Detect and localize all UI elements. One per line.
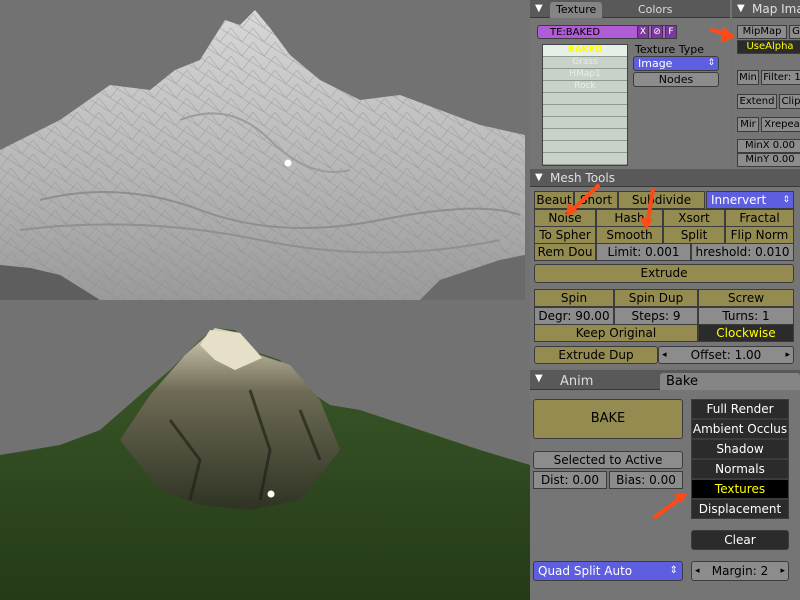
bias-field[interactable]: Bias: 0.00 [609,471,683,489]
flip-normals-button[interactable]: Flip Norm [725,226,794,244]
viewport-wireframe[interactable] [0,0,530,300]
clip-button[interactable]: Clip [779,94,800,109]
extend-button[interactable]: Extend [737,94,777,109]
spin-dup-button[interactable]: Spin Dup [614,289,698,307]
dist-field[interactable]: Dist: 0.00 [533,471,607,489]
texture-list-item-grass[interactable]: Grass [543,57,627,69]
fractal-button[interactable]: Fractal [725,209,794,227]
tab-colors[interactable]: Colors [632,2,678,18]
texture-list: BAKED Grass HMap1 Rock [542,44,628,166]
bake-mode-full-render[interactable]: Full Render [691,399,789,419]
quad-split-select[interactable]: Quad Split Auto ⇕ [533,561,683,581]
smooth-button[interactable]: Smooth [596,226,663,244]
threshold-field[interactable]: hreshold: 0.010 [691,243,794,261]
innervert-select[interactable]: Innervert ⇕ [706,191,794,209]
map-image-title: Map Image [752,2,800,16]
steps-field[interactable]: Steps: 9 [614,307,698,325]
increment-arrow-icon[interactable]: ▸ [785,347,790,363]
xrepeat-field[interactable]: Xrepea [761,117,800,132]
texture-fake-user-icon[interactable]: ⊘ [651,25,663,39]
limit-field[interactable]: Limit: 0.001 [596,243,691,261]
tab-anim[interactable]: Anim [554,373,599,389]
margin-field[interactable]: ◂ Margin: 2 ▸ [691,561,789,581]
bake-mode-displacement[interactable]: Displacement [691,499,789,519]
clockwise-toggle[interactable]: Clockwise [698,324,794,342]
quad-split-value: Quad Split Auto [538,564,633,578]
collapse-triangle-icon[interactable]: ▼ [737,3,745,14]
tab-texture[interactable]: Texture [550,2,603,18]
texture-list-item[interactable] [543,129,627,141]
miny-field[interactable]: MinY 0.00 [737,153,800,167]
texture-list-item[interactable] [543,141,627,153]
clear-button[interactable]: Clear [691,530,789,550]
extrude-button[interactable]: Extrude [534,264,794,283]
map-image-header: ▼ Map Image [732,0,800,18]
turns-field[interactable]: Turns: 1 [698,307,794,325]
split-button[interactable]: Split [663,226,725,244]
collapse-triangle-icon[interactable]: ▼ [535,373,543,384]
texture-list-item[interactable] [543,117,627,129]
selected-to-active-toggle[interactable]: Selected to Active [533,451,683,469]
texture-type-value: Image [638,57,673,70]
offset-value: Offset: 1.00 [690,348,762,362]
texture-list-item-baked[interactable]: BAKED [543,45,627,57]
texture-unlink-button[interactable]: X [637,25,649,39]
bake-button[interactable]: BAKE [533,399,683,439]
innervert-value: Innervert [711,193,767,207]
select-arrows-icon: ⇕ [782,195,790,205]
collapse-triangle-icon[interactable]: ▼ [535,172,543,183]
extrude-dup-button[interactable]: Extrude Dup [534,346,658,364]
mipmap-button[interactable]: MipMap [737,25,787,39]
texture-type-label: Texture Type [635,43,705,56]
texture-list-item-hmap1[interactable]: HMap1 [543,69,627,81]
filter-field[interactable]: Filter: 1 [761,70,800,85]
bake-mode-normals[interactable]: Normals [691,459,789,479]
to-sphere-button[interactable]: To Spher [534,226,596,244]
select-arrows-icon: ⇕ [669,565,678,576]
texture-list-item[interactable] [543,153,627,165]
use-alpha-button[interactable]: UseAlpha [737,40,800,54]
keep-original-button[interactable]: Keep Original [534,324,698,342]
texture-panel-header: ▼ Texture Colors [530,0,730,18]
collapse-triangle-icon[interactable]: ▼ [535,3,543,14]
gamma-button[interactable]: G [789,25,800,39]
hash-button[interactable]: Hash [596,209,663,227]
texture-f-button[interactable]: F [665,25,677,39]
increment-arrow-icon[interactable]: ▸ [780,562,785,580]
mirror-button[interactable]: Mir [737,117,759,132]
beauty-button[interactable]: Beaut [534,191,574,209]
texture-type-select[interactable]: Image ⇕ [633,56,719,71]
nodes-button[interactable]: Nodes [633,72,719,87]
margin-value: Margin: 2 [711,564,769,578]
mesh-tools-header: ▼ Mesh Tools [530,169,800,187]
decrement-arrow-icon[interactable]: ◂ [695,562,700,580]
texture-list-item[interactable] [543,105,627,117]
offset-field[interactable]: ◂ Offset: 1.00 ▸ [658,346,794,364]
tab-bake[interactable]: Bake [660,373,800,390]
viewport-textured[interactable] [0,300,530,600]
remove-doubles-button[interactable]: Rem Dou [534,243,596,261]
bake-mode-textures[interactable]: Textures [691,479,789,499]
select-arrows-icon: ⇕ [707,58,715,68]
minx-field[interactable]: MinX 0.00 [737,139,800,153]
screw-button[interactable]: Screw [698,289,794,307]
min-button[interactable]: Min [737,70,759,85]
mountain-mesh-textured [0,328,530,600]
mesh-tools-title: Mesh Tools [550,171,615,185]
texture-list-item-rock[interactable]: Rock [543,81,627,93]
spin-button[interactable]: Spin [534,289,614,307]
bake-mode-ambient-occlusion[interactable]: Ambient Occlus [691,419,789,439]
short-button[interactable]: Short [574,191,618,209]
noise-button[interactable]: Noise [534,209,596,227]
subdivide-button[interactable]: Subdivide [618,191,705,209]
bake-panel-header: ▼ Anim Bake [530,370,800,390]
bake-mode-shadow[interactable]: Shadow [691,439,789,459]
texture-list-item[interactable] [543,93,627,105]
decrement-arrow-icon[interactable]: ◂ [662,347,667,363]
mountain-mesh-grey [0,10,525,300]
xsort-button[interactable]: Xsort [663,209,725,227]
degrees-field[interactable]: Degr: 90.00 [534,307,614,325]
